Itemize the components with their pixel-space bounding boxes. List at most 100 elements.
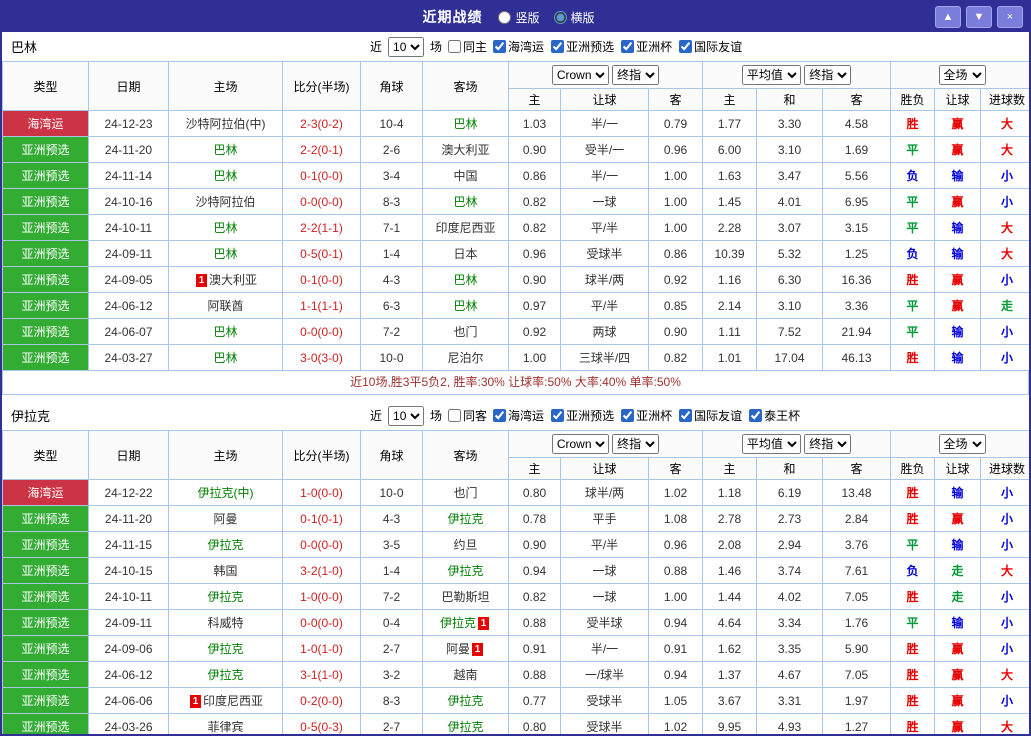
league-filter-checkbox[interactable]: 亚洲杯 — [621, 38, 672, 55]
league-filter-label: 国际友谊 — [694, 407, 742, 424]
odds-stage-select[interactable]: 终指 — [612, 434, 659, 454]
away-team-link[interactable]: 约旦 — [423, 532, 509, 558]
home-team-link[interactable]: 巴林 — [169, 215, 283, 241]
home-team-link[interactable]: 沙特阿拉伯(中) — [169, 111, 283, 137]
period-select[interactable]: 全场 — [939, 434, 986, 454]
league-filter-checkbox[interactable]: 国际友谊 — [679, 38, 742, 55]
bookmaker-select[interactable]: Crown — [552, 65, 609, 85]
move-up-button[interactable]: ▲ — [935, 6, 961, 28]
home-team-link[interactable]: 巴林 — [169, 319, 283, 345]
handicap-result-flag: 输 — [935, 241, 981, 267]
away-team-link[interactable]: 阿曼1 — [423, 636, 509, 662]
col-corners: 角球 — [361, 62, 423, 111]
odds-stage-select[interactable]: 终指 — [612, 65, 659, 85]
odds-stage-select-2[interactable]: 终指 — [804, 65, 851, 85]
away-team-link[interactable]: 日本 — [423, 241, 509, 267]
home-team-link[interactable]: 阿曼 — [169, 506, 283, 532]
away-team-link[interactable]: 也门 — [423, 480, 509, 506]
red-card-icon: 1 — [190, 695, 201, 708]
away-team-link[interactable]: 尼泊尔 — [423, 345, 509, 371]
league-filter-checkbox-input[interactable] — [679, 409, 692, 422]
away-team-link[interactable]: 伊拉克 — [423, 558, 509, 584]
crow-home-odds: 0.97 — [509, 293, 561, 319]
match-count-select[interactable]: 10 — [388, 37, 424, 57]
average-select[interactable]: 平均值 — [742, 434, 801, 454]
match-count-select[interactable]: 10 — [388, 406, 424, 426]
mode-vertical-radio-input[interactable] — [498, 11, 511, 24]
home-team-link[interactable]: 韩国 — [169, 558, 283, 584]
same-venue-checkbox-input[interactable] — [448, 40, 461, 53]
home-team-link[interactable]: 1印度尼西亚 — [169, 688, 283, 714]
away-team-link[interactable]: 伊拉克 — [423, 506, 509, 532]
league-filter-checkbox-input[interactable] — [493, 409, 506, 422]
bookmaker-select[interactable]: Crown — [552, 434, 609, 454]
away-team-link[interactable]: 印度尼西亚 — [423, 215, 509, 241]
match-type-badge: 亚洲预选 — [3, 532, 89, 558]
league-filter-checkbox[interactable]: 国际友谊 — [679, 407, 742, 424]
home-team-link[interactable]: 伊拉克 — [169, 584, 283, 610]
away-team-link[interactable]: 澳大利亚 — [423, 137, 509, 163]
away-team-link[interactable]: 伊拉克 — [423, 688, 509, 714]
league-filter-checkbox-input[interactable] — [621, 40, 634, 53]
away-team-link[interactable]: 巴林 — [423, 293, 509, 319]
away-team-link[interactable]: 伊拉克 — [423, 714, 509, 736]
league-filter-checkbox-input[interactable] — [493, 40, 506, 53]
home-team-link[interactable]: 巴林 — [169, 163, 283, 189]
league-filter-checkbox[interactable]: 亚洲杯 — [621, 407, 672, 424]
home-team-link[interactable]: 沙特阿拉伯 — [169, 189, 283, 215]
league-filter-checkbox[interactable]: 海湾运 — [493, 38, 544, 55]
away-team-link[interactable]: 中国 — [423, 163, 509, 189]
league-filter-checkbox-input[interactable] — [679, 40, 692, 53]
avg-away-odds: 7.05 — [823, 584, 891, 610]
match-row: 亚洲预选 24-09-06 伊拉克 1-0(1-0) 2-7 阿曼1 0.91 … — [3, 636, 1031, 662]
home-team-link[interactable]: 伊拉克 — [169, 532, 283, 558]
same-venue-checkbox[interactable]: 同客 — [448, 407, 487, 424]
subcol-crow-handicap: 让球 — [561, 89, 649, 111]
move-down-button[interactable]: ▼ — [966, 6, 992, 28]
home-team-link[interactable]: 科威特 — [169, 610, 283, 636]
away-team-link[interactable]: 巴林 — [423, 267, 509, 293]
away-team-link[interactable]: 也门 — [423, 319, 509, 345]
league-filter-checkbox[interactable]: 泰王杯 — [749, 407, 800, 424]
mode-horizontal-radio[interactable]: 横版 — [554, 9, 595, 26]
crow-handicap-line: 受半/一 — [561, 137, 649, 163]
league-filter-checkbox[interactable]: 亚洲预选 — [551, 38, 614, 55]
home-team-link[interactable]: 1澳大利亚 — [169, 267, 283, 293]
home-team-link[interactable]: 菲律宾 — [169, 714, 283, 736]
average-select[interactable]: 平均值 — [742, 65, 801, 85]
match-date: 24-11-20 — [89, 506, 169, 532]
home-team-link[interactable]: 巴林 — [169, 241, 283, 267]
home-team-link[interactable]: 巴林 — [169, 137, 283, 163]
league-filter-checkbox-input[interactable] — [749, 409, 762, 422]
league-filter-checkbox[interactable]: 亚洲预选 — [551, 407, 614, 424]
same-venue-checkbox-input[interactable] — [448, 409, 461, 422]
home-team-link[interactable]: 伊拉克(中) — [169, 480, 283, 506]
avg-draw-odds: 4.93 — [757, 714, 823, 736]
away-team-link[interactable]: 巴林 — [423, 111, 509, 137]
mode-vertical-radio[interactable]: 竖版 — [498, 9, 539, 26]
close-button[interactable]: × — [997, 6, 1023, 28]
result-flag: 负 — [891, 163, 935, 189]
period-select[interactable]: 全场 — [939, 65, 986, 85]
league-filter-checkbox-input[interactable] — [621, 409, 634, 422]
match-row: 亚洲预选 24-10-11 伊拉克 1-0(0-0) 7-2 巴勒斯坦 0.82… — [3, 584, 1031, 610]
away-team-link[interactable]: 巴林 — [423, 189, 509, 215]
match-type-badge: 亚洲预选 — [3, 662, 89, 688]
crow-home-odds: 0.80 — [509, 714, 561, 736]
league-filter-checkbox-input[interactable] — [551, 40, 564, 53]
home-team-link[interactable]: 伊拉克 — [169, 662, 283, 688]
away-team-link[interactable]: 巴勒斯坦 — [423, 584, 509, 610]
home-team-link[interactable]: 巴林 — [169, 345, 283, 371]
league-filter-checkbox[interactable]: 海湾运 — [493, 407, 544, 424]
result-flag: 胜 — [891, 636, 935, 662]
mode-horizontal-radio-input[interactable] — [554, 11, 567, 24]
away-team-link[interactable]: 伊拉克1 — [423, 610, 509, 636]
avg-away-odds: 7.05 — [823, 662, 891, 688]
odds-stage-select-2[interactable]: 终指 — [804, 434, 851, 454]
same-venue-checkbox[interactable]: 同主 — [448, 38, 487, 55]
home-team-link[interactable]: 阿联酋 — [169, 293, 283, 319]
home-team-link[interactable]: 伊拉克 — [169, 636, 283, 662]
away-team-link[interactable]: 越南 — [423, 662, 509, 688]
league-filter-checkbox-input[interactable] — [551, 409, 564, 422]
match-type-badge: 亚洲预选 — [3, 189, 89, 215]
